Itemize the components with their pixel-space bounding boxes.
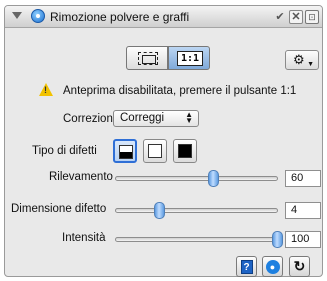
defect-light-icon: [148, 144, 162, 158]
disclosure-triangle-icon[interactable]: [12, 12, 22, 19]
intensity-label: Intensità: [62, 232, 106, 244]
help-button[interactable]: ?: [236, 256, 257, 277]
intensity-slider[interactable]: [115, 231, 283, 248]
panel-header[interactable]: Rimozione polvere e graffi ✔ ✕ ⊡: [5, 6, 322, 28]
preview-icon: ●: [265, 260, 280, 274]
intensity-slider-thumb[interactable]: [272, 231, 283, 248]
defect-dark-button[interactable]: [113, 139, 137, 163]
frame-preview-button[interactable]: [126, 46, 168, 70]
detection-label: Rilevamento: [49, 171, 113, 183]
detach-icon[interactable]: ⊡: [305, 10, 319, 24]
detection-slider-thumb[interactable]: [207, 170, 219, 187]
warning-message: Anteprima disabilitata, premere il pulsa…: [63, 85, 297, 97]
warning-icon: [39, 83, 53, 96]
correction-label: Correzione: [63, 113, 120, 125]
defect-black-icon: [178, 144, 192, 158]
correction-select[interactable]: Correggi ▲ ▼: [113, 110, 199, 127]
select-arrows-icon: ▲ ▼: [185, 110, 193, 125]
options-button[interactable]: ⚙ ▼: [285, 50, 319, 70]
detection-field[interactable]: 60: [285, 170, 321, 187]
reset-button[interactable]: ↻: [289, 256, 310, 277]
dust-removal-icon: [31, 9, 45, 23]
correction-value: Correggi: [120, 112, 165, 124]
dust-scratch-panel: Rimozione polvere e graffi ✔ ✕ ⊡ 1:1 ⚙ ▼…: [4, 5, 323, 277]
defect-size-label: Dimensione difetto: [11, 203, 107, 215]
gear-icon: ⚙: [293, 52, 305, 67]
defect-type-label: Tipo di difetti: [32, 145, 97, 157]
defect-size-field[interactable]: 4: [285, 202, 321, 219]
frame-preview-icon: [138, 52, 158, 65]
detection-slider[interactable]: [115, 170, 278, 187]
preview-toggle-button[interactable]: ●: [262, 256, 283, 277]
reset-icon: ↻: [293, 258, 306, 274]
ratio-1-1-button[interactable]: 1:1: [168, 46, 210, 70]
defect-light-button[interactable]: [143, 139, 167, 163]
help-icon: ?: [240, 260, 253, 274]
defect-size-slider[interactable]: [115, 202, 278, 219]
defect-black-button[interactable]: [173, 139, 197, 163]
panel-title: Rimozione polvere e graffi: [50, 10, 190, 24]
chevron-down-icon: ▼: [307, 61, 314, 68]
defect-dark-icon: [119, 145, 133, 159]
close-icon[interactable]: ✕: [289, 10, 303, 24]
check-icon[interactable]: ✔: [273, 10, 287, 24]
ratio-1-1-icon: 1:1: [177, 51, 203, 66]
preview-mode-group: 1:1: [126, 46, 212, 70]
defect-size-slider-thumb[interactable]: [154, 202, 166, 219]
intensity-field[interactable]: 100: [285, 231, 321, 248]
